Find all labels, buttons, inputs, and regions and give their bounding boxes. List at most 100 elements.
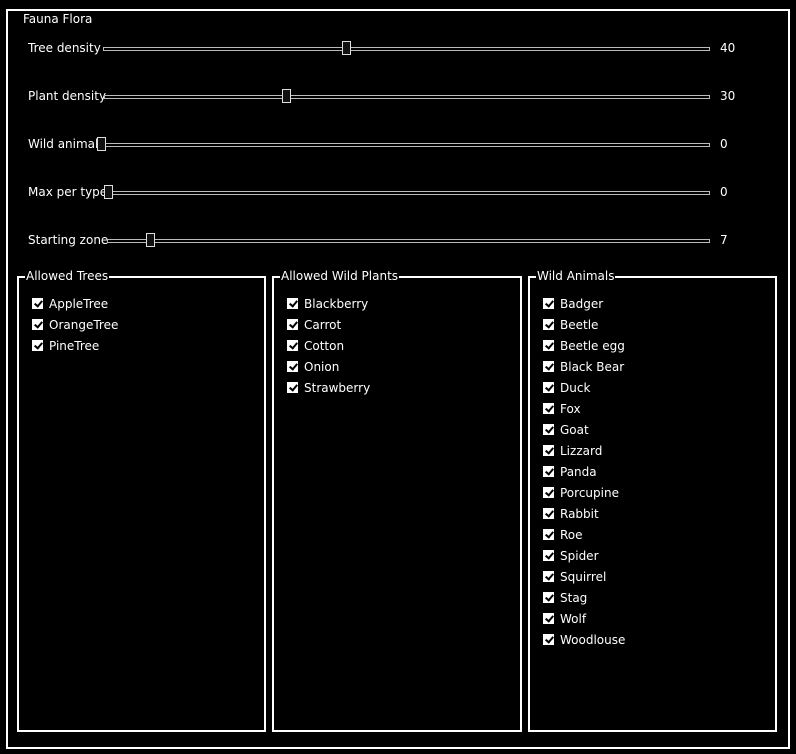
max-per-type-slider[interactable] [104, 185, 710, 199]
checkbox-label: Squirrel [560, 569, 607, 584]
checkbox-icon[interactable] [543, 361, 554, 372]
checkbox-label: Strawberry [304, 380, 371, 395]
checkbox-item[interactable]: Panda [543, 461, 625, 482]
checkbox-icon[interactable] [543, 592, 554, 603]
checkbox-label: Blackberry [304, 296, 369, 311]
checkbox-item[interactable]: Stag [543, 587, 625, 608]
checkbox-item[interactable]: Lizzard [543, 440, 625, 461]
checkbox-icon[interactable] [543, 319, 554, 330]
checkbox-icon[interactable] [287, 319, 298, 330]
checkbox-label: Stag [560, 590, 588, 605]
checkbox-icon[interactable] [287, 340, 298, 351]
slider-thumb[interactable] [146, 233, 156, 247]
slider-value: 0 [720, 137, 728, 151]
checkbox-item[interactable]: Beetle [543, 314, 625, 335]
checkbox-item[interactable]: AppleTree [32, 293, 118, 314]
slider-row-wild-animals: Wild animals 0 [0, 135, 796, 155]
checkbox-icon[interactable] [543, 445, 554, 456]
slider-thumb[interactable] [104, 185, 113, 199]
checkbox-label: Carrot [304, 317, 342, 332]
slider-thumb[interactable] [97, 137, 106, 151]
checkbox-label: Wolf [560, 611, 587, 626]
checkbox-item[interactable]: Onion [287, 356, 370, 377]
group-title: Allowed Wild Plants [280, 269, 400, 283]
allowed-trees-group: Allowed Trees AppleTree OrangeTree PineTre… [17, 269, 266, 732]
checkbox-item[interactable]: Woodlouse [543, 629, 625, 650]
checkbox-label: Beetle egg [560, 338, 625, 353]
checkbox-label: Rabbit [560, 506, 599, 521]
checkbox-list: Blackberry Carrot Cotton Onion Strawberry [287, 293, 370, 398]
checkbox-item[interactable]: Strawberry [287, 377, 370, 398]
checkbox-item[interactable]: OrangeTree [32, 314, 118, 335]
checkbox-icon[interactable] [543, 466, 554, 477]
checkbox-icon[interactable] [543, 382, 554, 393]
checkbox-label: Lizzard [560, 443, 603, 458]
slider-label: Tree density [28, 41, 101, 55]
group-title: Wild Animals [536, 269, 616, 283]
checkbox-item[interactable]: Goat [543, 419, 625, 440]
plant-density-slider[interactable] [104, 89, 710, 103]
checkbox-label: Fox [560, 401, 581, 416]
slider-row-max-per-type: Max per type 0 [0, 183, 796, 203]
panel-title: Fauna Flora [20, 12, 96, 26]
checkbox-label: Porcupine [560, 485, 619, 500]
tree-density-slider[interactable] [103, 41, 710, 55]
checkbox-icon[interactable] [32, 319, 43, 330]
checkbox-item[interactable]: Roe [543, 524, 625, 545]
checkbox-icon[interactable] [543, 298, 554, 309]
checkbox-item[interactable]: Porcupine [543, 482, 625, 503]
checkbox-item[interactable]: PineTree [32, 335, 118, 356]
checkbox-item[interactable]: Fox [543, 398, 625, 419]
checkbox-icon[interactable] [543, 487, 554, 498]
checkbox-item[interactable]: Rabbit [543, 503, 625, 524]
checkbox-item[interactable]: Blackberry [287, 293, 370, 314]
checkbox-item[interactable]: Black Bear [543, 356, 625, 377]
wild-animals-group: Wild Animals Badger Beetle Beetle egg Black… [528, 269, 777, 732]
checkbox-icon[interactable] [287, 382, 298, 393]
checkbox-icon[interactable] [32, 298, 43, 309]
slider-label: Starting zone [28, 233, 109, 247]
checkbox-label: OrangeTree [49, 317, 119, 332]
checkbox-item[interactable]: Badger [543, 293, 625, 314]
checkbox-list: AppleTree OrangeTree PineTree [32, 293, 118, 356]
checkbox-icon[interactable] [543, 529, 554, 540]
checkbox-label: Panda [560, 464, 597, 479]
slider-row-starting-zone: Starting zone 7 [0, 231, 796, 251]
checkbox-icon[interactable] [543, 634, 554, 645]
checkbox-icon[interactable] [543, 403, 554, 414]
slider-label: Plant density [28, 89, 107, 103]
checkbox-label: Goat [560, 422, 589, 437]
checkbox-icon[interactable] [543, 508, 554, 519]
checkbox-label: Woodlouse [560, 632, 626, 647]
group-title: Allowed Trees [25, 269, 110, 283]
checkbox-item[interactable]: Cotton [287, 335, 370, 356]
checkbox-icon[interactable] [287, 298, 298, 309]
starting-zone-slider[interactable] [107, 233, 710, 247]
slider-value: 0 [720, 185, 728, 199]
checkbox-icon[interactable] [32, 340, 43, 351]
checkbox-icon[interactable] [543, 550, 554, 561]
checkbox-icon[interactable] [287, 361, 298, 372]
checkbox-item[interactable]: Duck [543, 377, 625, 398]
checkbox-icon[interactable] [543, 340, 554, 351]
slider-thumb[interactable] [282, 89, 292, 103]
slider-value: 40 [720, 41, 736, 55]
checkbox-label: Badger [560, 296, 604, 311]
checkbox-icon[interactable] [543, 613, 554, 624]
slider-thumb[interactable] [342, 41, 351, 55]
checkbox-label: Onion [304, 359, 340, 374]
checkbox-list: Badger Beetle Beetle egg Black Bear Duck Fox G… [543, 293, 625, 650]
checkbox-item[interactable]: Beetle egg [543, 335, 625, 356]
slider-row-tree-density: Tree density 40 [0, 39, 796, 59]
slider-label: Wild animals [28, 137, 105, 151]
checkbox-item[interactable]: Squirrel [543, 566, 625, 587]
checkbox-icon[interactable] [543, 571, 554, 582]
slider-value: 30 [720, 89, 736, 103]
checkbox-icon[interactable] [543, 424, 554, 435]
wild-animals-slider[interactable] [97, 137, 710, 151]
checkbox-item[interactable]: Spider [543, 545, 625, 566]
checkbox-item[interactable]: Wolf [543, 608, 625, 629]
slider-label: Max per type [28, 185, 108, 199]
checkbox-label: Black Bear [560, 359, 625, 374]
checkbox-item[interactable]: Carrot [287, 314, 370, 335]
